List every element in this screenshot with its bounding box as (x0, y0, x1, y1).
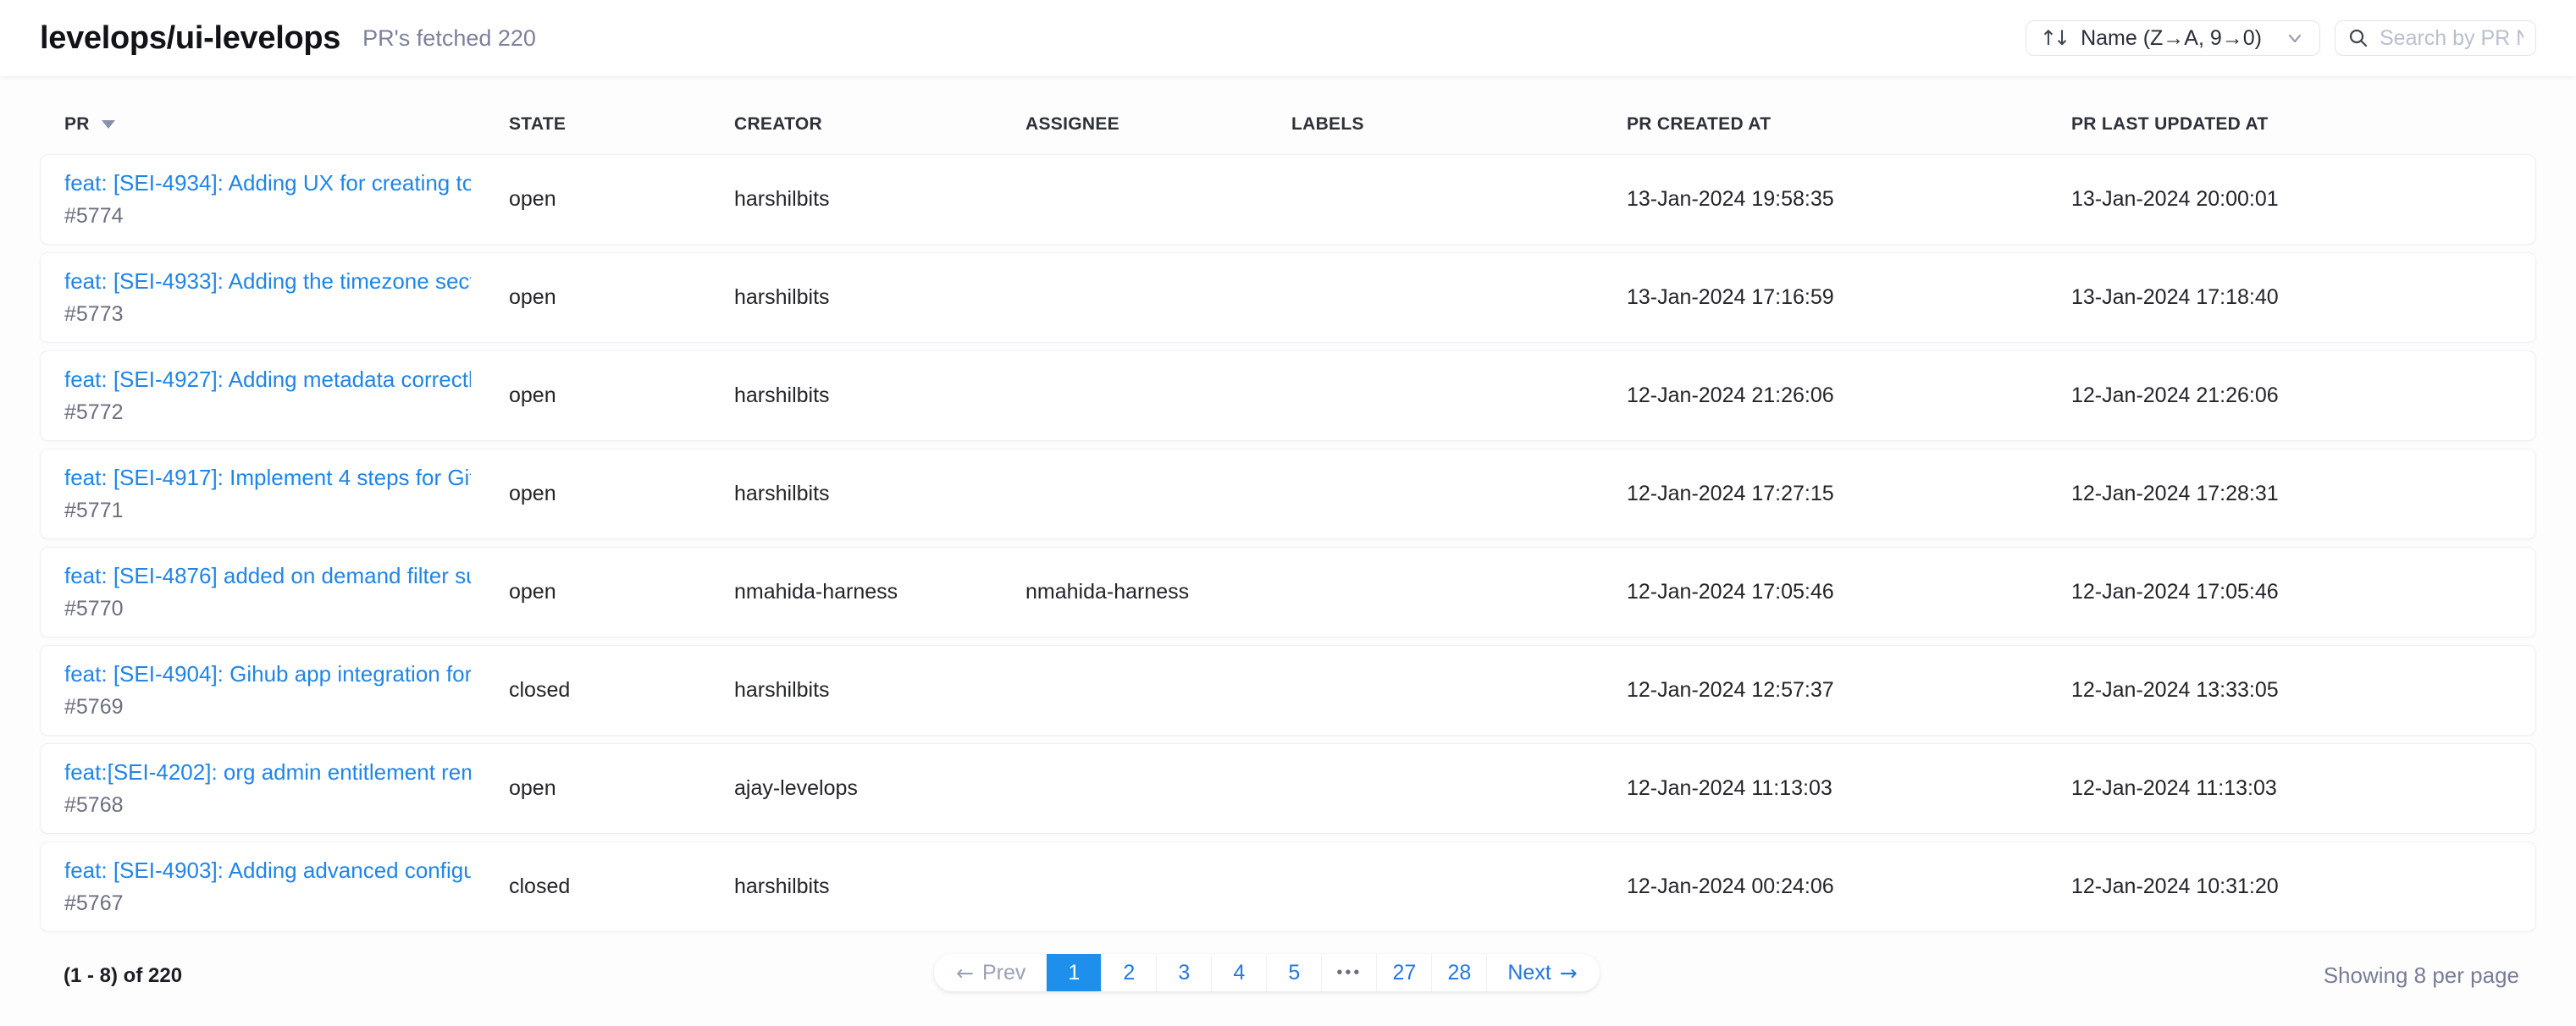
pr-title-link[interactable]: feat: [SEI-4933]: Adding the timezone se… (64, 268, 471, 295)
arrow-right-icon: → (1560, 961, 1578, 985)
table-row[interactable]: feat: [SEI-4934]: Adding UX for creating… (40, 154, 2536, 245)
search-icon (2347, 27, 2369, 49)
pr-updated-at: 13-Jan-2024 17:18:40 (2071, 285, 2535, 310)
pr-state: open (509, 482, 734, 506)
pr-state: closed (509, 874, 734, 899)
column-header-creator: Creator (734, 114, 1025, 135)
pr-number: #5774 (64, 204, 509, 229)
pr-number: #5770 (64, 597, 509, 621)
pr-title-link[interactable]: feat: [SEI-4903]: Adding advanced config… (64, 858, 471, 884)
chevron-down-icon (2286, 29, 2304, 47)
pr-updated-at: 12-Jan-2024 10:31:20 (2071, 874, 2535, 899)
pr-title-link[interactable]: feat: [SEI-4934]: Adding UX for creating… (64, 170, 471, 196)
page-button-27[interactable]: 27 (1377, 954, 1432, 991)
fetched-count-label: PR's fetched 220 (362, 25, 536, 52)
pr-title-link[interactable]: feat: [SEI-4904]: Gihub app integration … (64, 661, 471, 687)
pr-number: #5773 (64, 302, 509, 327)
pr-state: open (509, 776, 734, 801)
search-input[interactable] (2380, 26, 2523, 51)
pr-number: #5769 (64, 695, 509, 720)
page-button-2[interactable]: 2 (1102, 954, 1157, 991)
pr-creator: harshilbits (734, 874, 1025, 899)
sort-dropdown[interactable]: ↑↓ Name (Z→A, 9→0) (2026, 20, 2320, 56)
pr-title-link[interactable]: feat: [SEI-4876] added on demand filter … (64, 563, 471, 589)
column-header-created: PR Created At (1627, 114, 2071, 135)
pr-creator: harshilbits (734, 482, 1025, 506)
next-page-button[interactable]: Next → (1487, 954, 1599, 991)
pr-state: open (509, 383, 734, 408)
pr-created-at: 12-Jan-2024 11:13:03 (1627, 776, 2071, 801)
pr-updated-at: 13-Jan-2024 20:00:01 (2071, 187, 2535, 212)
pr-number: #5771 (64, 499, 509, 523)
page-button-28[interactable]: 28 (1432, 954, 1487, 991)
pr-title-link[interactable]: feat: [SEI-4917]: Implement 4 steps for … (64, 465, 471, 491)
pr-creator: harshilbits (734, 678, 1025, 703)
page-button-1[interactable]: 1 (1047, 954, 1102, 991)
per-page-label: Showing 8 per page (2324, 963, 2519, 989)
table-row[interactable]: feat: [SEI-4876] added on demand filter … (40, 547, 2536, 637)
table-header-row: PR State Creator Assignee Labels PR Crea… (40, 112, 2536, 137)
pr-updated-at: 12-Jan-2024 17:28:31 (2071, 482, 2535, 506)
pr-updated-at: 12-Jan-2024 13:33:05 (2071, 678, 2535, 703)
column-header-labels: Labels (1291, 114, 1627, 135)
table-row[interactable]: feat: [SEI-4917]: Implement 4 steps for … (40, 449, 2536, 539)
pr-created-at: 12-Jan-2024 17:27:15 (1627, 482, 2071, 506)
page-ellipsis[interactable]: ••• (1322, 954, 1377, 991)
pr-assignee: nmahida-harness (1025, 580, 1291, 604)
page-title: levelops/ui-levelops (40, 20, 340, 57)
table-row[interactable]: feat: [SEI-4904]: Gihub app integration … (40, 645, 2536, 736)
table-body: feat: [SEI-4934]: Adding UX for creating… (40, 154, 2536, 932)
pr-creator: nmahida-harness (734, 580, 1025, 604)
pr-creator: harshilbits (734, 187, 1025, 212)
page-button-3[interactable]: 3 (1157, 954, 1212, 991)
pagination: ← Prev 1 2 3 4 5 ••• 27 28 Next → (934, 954, 1600, 991)
pr-state: open (509, 580, 734, 604)
sort-caret-icon (102, 120, 115, 129)
pr-title-link[interactable]: feat: [SEI-4927]: Adding metadata correc… (64, 367, 471, 393)
pr-updated-at: 12-Jan-2024 21:26:06 (2071, 383, 2535, 408)
sort-direction-icon: ↑↓ (2040, 26, 2067, 50)
pr-state: open (509, 187, 734, 212)
pr-title-link[interactable]: feat:[SEI-4202]: org admin entitlement r… (64, 759, 471, 786)
pr-creator: ajay-levelops (734, 776, 1025, 801)
pr-created-at: 13-Jan-2024 17:16:59 (1627, 285, 2071, 310)
pr-number: #5772 (64, 400, 509, 425)
pr-created-at: 12-Jan-2024 17:05:46 (1627, 580, 2071, 604)
page-button-5[interactable]: 5 (1267, 954, 1322, 991)
pr-created-at: 13-Jan-2024 19:58:35 (1627, 187, 2071, 212)
pr-state: closed (509, 678, 734, 703)
pr-creator: harshilbits (734, 285, 1025, 310)
pr-number: #5768 (64, 793, 509, 818)
pr-created-at: 12-Jan-2024 00:24:06 (1627, 874, 2071, 899)
results-range-label: (1 - 8) of 220 (64, 964, 182, 988)
search-container (2335, 20, 2536, 56)
pr-updated-at: 12-Jan-2024 11:13:03 (2071, 776, 2535, 801)
footer: (1 - 8) of 220 ← Prev 1 2 3 4 5 ••• 27 2… (0, 940, 2576, 1026)
pr-updated-at: 12-Jan-2024 17:05:46 (2071, 580, 2535, 604)
table-row[interactable]: feat: [SEI-4903]: Adding advanced config… (40, 841, 2536, 932)
pr-created-at: 12-Jan-2024 12:57:37 (1627, 678, 2071, 703)
pr-creator: harshilbits (734, 383, 1025, 408)
top-bar: levelops/ui-levelops PR's fetched 220 ↑↓… (0, 0, 2576, 76)
table-row[interactable]: feat: [SEI-4933]: Adding the timezone se… (40, 252, 2536, 343)
pr-state: open (509, 285, 734, 310)
arrow-left-icon: ← (956, 961, 974, 985)
column-header-updated: PR Last Updated At (2071, 114, 2536, 135)
pr-created-at: 12-Jan-2024 21:26:06 (1627, 383, 2071, 408)
table-row[interactable]: feat:[SEI-4202]: org admin entitlement r… (40, 743, 2536, 834)
sort-selected-value: Name (Z→A, 9→0) (2081, 26, 2262, 51)
pr-number: #5767 (64, 891, 509, 916)
prev-page-button[interactable]: ← Prev (934, 954, 1047, 991)
page-button-4[interactable]: 4 (1212, 954, 1267, 991)
column-header-assignee: Assignee (1025, 114, 1291, 135)
table-row[interactable]: feat: [SEI-4927]: Adding metadata correc… (40, 350, 2536, 441)
column-header-pr[interactable]: PR (64, 114, 509, 135)
column-header-state: State (509, 114, 734, 135)
